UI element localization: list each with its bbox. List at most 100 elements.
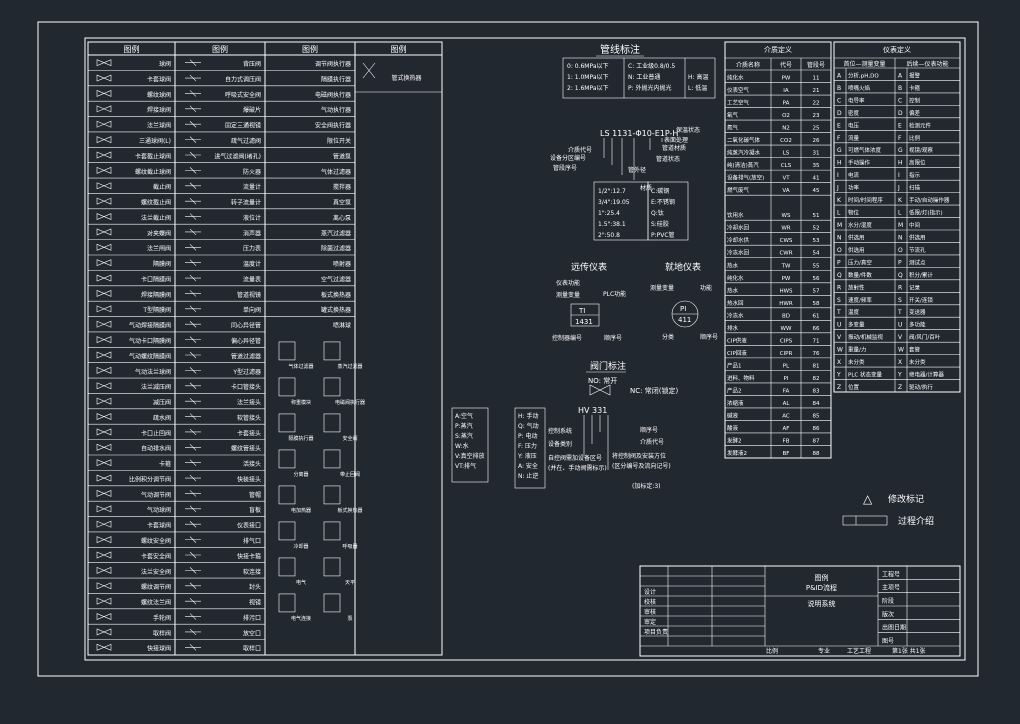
transition-symbol — [842, 515, 888, 526]
medium-code: N2 — [782, 126, 790, 132]
pipe-size: 1":25.4 — [598, 210, 620, 217]
equipment-label: 板式换热器 — [337, 507, 362, 514]
valve-operation: Y: 液压 — [517, 452, 537, 460]
instr-variable: 速度/频率 — [848, 296, 872, 304]
medium-code: O2 — [782, 113, 790, 119]
legend-col1-label: 减压阀 — [153, 399, 171, 407]
legend-col2-label: 管道视镜 — [237, 291, 261, 299]
pipe-callout: 设备分区编号 — [550, 154, 586, 162]
medium-number: 71 — [813, 338, 820, 344]
remote-instrument-label: PLC功能 — [603, 290, 626, 298]
equipment-icon — [323, 521, 341, 541]
legend-col2-label: 固定三通视镜 — [225, 122, 261, 130]
legend-col2-label: 流量计 — [243, 183, 261, 191]
legend-col1-label: 气动焊接隔膜阀 — [129, 322, 171, 330]
instr-variable: 喷嘴火焰 — [848, 84, 871, 92]
fitting-icon — [185, 490, 201, 497]
medium-number: 45 — [813, 188, 820, 194]
instr-function: 指示 — [909, 171, 921, 179]
fitting-icon — [185, 613, 201, 620]
fitting-icon — [185, 151, 201, 159]
medium-note: N: 工业普通 — [628, 73, 660, 81]
title-block-right: 阶段 — [882, 597, 894, 605]
fitting-icon — [185, 305, 201, 313]
revision-mark-label: 修改标记 — [888, 493, 924, 505]
instr-function: 高限位 — [909, 159, 926, 167]
equipment-label: 电加热器 — [291, 507, 311, 514]
equipment-label: 天平 — [345, 580, 355, 586]
equipment-icon — [278, 449, 296, 469]
instr-function: 套管 — [909, 346, 921, 354]
medium-number: 81 — [813, 363, 820, 369]
equipment-label: 冷却器 — [293, 543, 308, 550]
transition-label: 过程介绍 — [898, 515, 934, 527]
equipment-label: 呼吸器 — [342, 543, 357, 550]
valve-icon — [96, 443, 112, 451]
valve-icon — [96, 197, 112, 205]
instr-letter: O — [898, 247, 903, 254]
pipe-size: 2":50.8 — [598, 232, 620, 239]
medium-number: 35 — [813, 163, 820, 169]
title-block-footer: 比例 — [766, 647, 778, 655]
valve-operation: Q: 气动 — [518, 422, 539, 430]
medium-code: WS — [782, 213, 791, 219]
fitting-icon — [185, 121, 201, 128]
fitting-icon — [185, 367, 201, 374]
valve-icon — [96, 151, 112, 159]
legend-col1-label: 法兰球阀 — [147, 122, 171, 130]
valve-icon — [96, 74, 112, 82]
remote-instrument-label: 仪表功能 — [556, 279, 580, 287]
instr-letter: L — [898, 210, 902, 217]
legend-col3-label: 离心泵 — [333, 214, 351, 222]
valve-operation: H: 手动 — [518, 412, 538, 420]
finish-note: H: 高温 — [688, 73, 708, 81]
exchanger-icon — [362, 62, 376, 79]
legend-col1-label: 焊接隔膜阀 — [141, 291, 171, 299]
instr-letter: S — [898, 297, 902, 304]
legend-col2-label: 同心异径管 — [231, 322, 261, 330]
pipe-right-callout: 管道状态 — [656, 155, 680, 163]
valve-icon — [96, 274, 112, 282]
medium-code: IA — [783, 88, 789, 94]
fitting-icon — [185, 459, 201, 466]
instr-variable: 可燃气体浓度 — [848, 146, 882, 154]
instr-letter: E — [837, 122, 841, 129]
instr-function: 视镜/观察 — [909, 146, 933, 154]
pipe-callout: 表面处理 — [664, 136, 688, 144]
equipment-icon — [323, 485, 341, 505]
valve-icon — [96, 182, 112, 190]
medium-table-title: 介质定义 — [764, 45, 792, 54]
instr-letter: V — [837, 334, 842, 341]
instr-letter: P — [837, 259, 841, 266]
valve-callout: 控制系统 — [548, 427, 572, 435]
valve-icon — [96, 366, 112, 374]
instr-letter: D — [898, 110, 903, 117]
valve-type: A:空气 — [455, 412, 473, 420]
instr-letter: A — [837, 72, 842, 79]
medium-number: 85 — [813, 413, 820, 419]
instr-variable: 时间/时间程序 — [848, 196, 883, 204]
equipment-icon — [323, 557, 341, 577]
medium-number: 54 — [813, 251, 820, 257]
equipment-label: 安全阀 — [342, 435, 357, 442]
legend-header-1: 图例 — [124, 44, 140, 54]
instr-function: 中间 — [909, 221, 920, 229]
instr-variable: 水分/湿度 — [848, 221, 872, 229]
instr-function: 低限/灯(指示) — [909, 209, 943, 217]
instr-letter: S — [837, 297, 841, 304]
instr-variable: 分析,pH,DO — [848, 71, 879, 79]
pipe-material: C:碳钢 — [651, 187, 669, 195]
legend-col3-label: 隔膜执行器 — [321, 75, 351, 83]
legend-col3-label: 气体过滤器 — [321, 168, 351, 176]
medium-code: FA — [783, 388, 790, 394]
valve-icon — [96, 243, 112, 251]
medium-code: VA — [782, 188, 789, 194]
medium-code: WW — [781, 326, 792, 332]
valve-callout: 顺序号 — [640, 426, 658, 434]
medium-code: BF — [783, 451, 790, 457]
medium-name: 发酵液2 — [727, 449, 747, 457]
instr-letter: T — [897, 309, 902, 316]
instr-letter: B — [898, 85, 902, 92]
legend-col1-label: 手轮阀 — [153, 614, 171, 622]
title-block-left: 审定 — [644, 618, 656, 626]
